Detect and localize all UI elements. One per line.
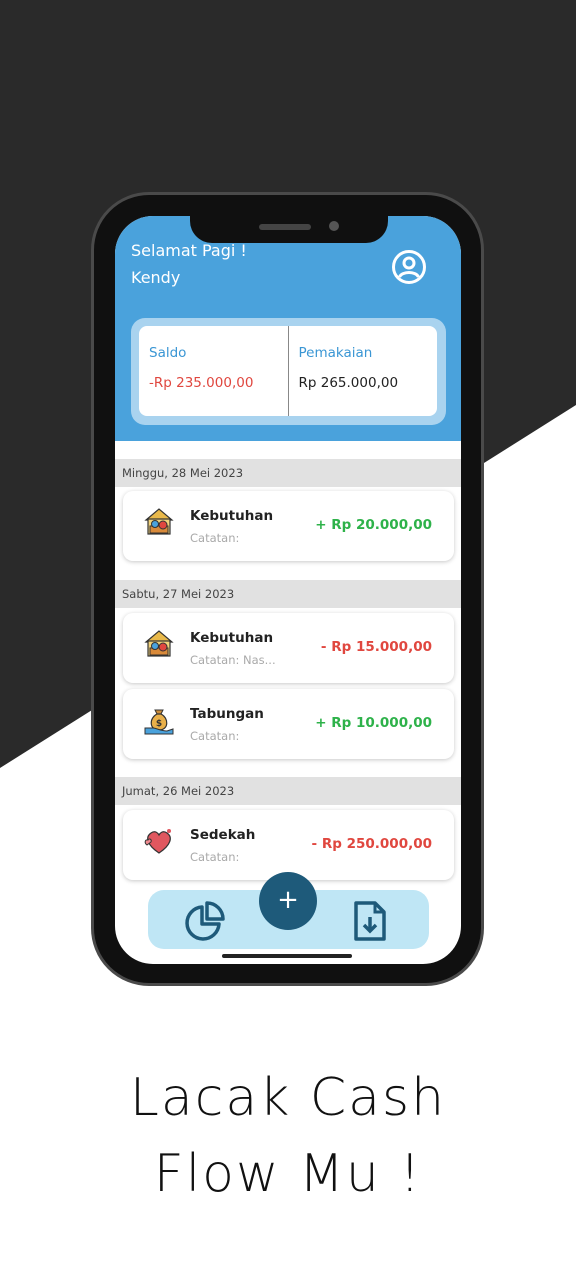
transaction-title: Kebutuhan (190, 508, 274, 524)
tagline-line-2: Flow Mu ! (153, 1144, 423, 1204)
phone-speaker (259, 224, 311, 230)
transaction-item[interactable]: Kebutuhan Catatan: + Rp 20.000,00 (123, 491, 454, 561)
transaction-item[interactable]: Kebutuhan Catatan: Nas... - Rp 15.000,00 (123, 613, 454, 683)
transaction-title: Sedekah (190, 827, 256, 843)
username-text: Kendy (131, 268, 181, 287)
saldo-section: Saldo -Rp 235.000,00 (139, 326, 288, 416)
transaction-item[interactable]: Sedekah Catatan: - Rp 250.000,00 (123, 810, 454, 880)
add-transaction-button[interactable]: + (259, 872, 317, 930)
pie-chart-icon[interactable] (183, 901, 225, 943)
money-bag-icon: $ (144, 709, 174, 735)
house-icon (144, 630, 174, 657)
tagline: Lacak Cash Flow Mu ! (0, 1060, 576, 1212)
phone-screen: Selamat Pagi ! Kendy Saldo -Rp 235.000,0… (115, 216, 461, 964)
tagline-line-1: Lacak Cash (129, 1068, 447, 1128)
download-file-icon[interactable] (353, 900, 387, 942)
saldo-label: Saldo (149, 345, 187, 361)
transaction-title: Kebutuhan (190, 630, 274, 646)
house-icon (144, 508, 174, 535)
date-header: Jumat, 26 Mei 2023 (115, 777, 461, 805)
date-header: Minggu, 28 Mei 2023 (115, 459, 461, 487)
greeting-text: Selamat Pagi ! (131, 241, 247, 260)
summary-card: Saldo -Rp 235.000,00 Pemakaian Rp 265.00… (139, 326, 437, 416)
transaction-item[interactable]: $ Tabungan Catatan: + Rp 10.000,00 (123, 689, 454, 759)
transaction-amount: + Rp 20.000,00 (315, 517, 432, 533)
usage-section: Pemakaian Rp 265.000,00 (287, 326, 438, 416)
user-circle-icon[interactable] (391, 249, 427, 285)
transaction-note: Catatan: (190, 850, 240, 864)
transaction-note: Catatan: Nas... (190, 653, 276, 667)
home-indicator (222, 954, 352, 958)
app-header: Selamat Pagi ! Kendy Saldo -Rp 235.000,0… (115, 216, 461, 441)
usage-value: Rp 265.000,00 (298, 375, 399, 391)
saldo-value: -Rp 235.000,00 (149, 375, 254, 391)
date-header: Sabtu, 27 Mei 2023 (115, 580, 461, 608)
usage-label: Pemakaian (298, 345, 373, 361)
transaction-amount: - Rp 15.000,00 (320, 639, 432, 655)
phone-camera (329, 221, 339, 231)
transaction-note: Catatan: (190, 729, 240, 743)
heart-icon (144, 829, 171, 854)
transaction-note: Catatan: (190, 531, 240, 545)
transaction-amount: + Rp 10.000,00 (315, 715, 432, 731)
transaction-title: Tabungan (190, 706, 264, 722)
svg-text:$: $ (156, 719, 162, 729)
transaction-amount: - Rp 250.000,00 (311, 836, 432, 852)
